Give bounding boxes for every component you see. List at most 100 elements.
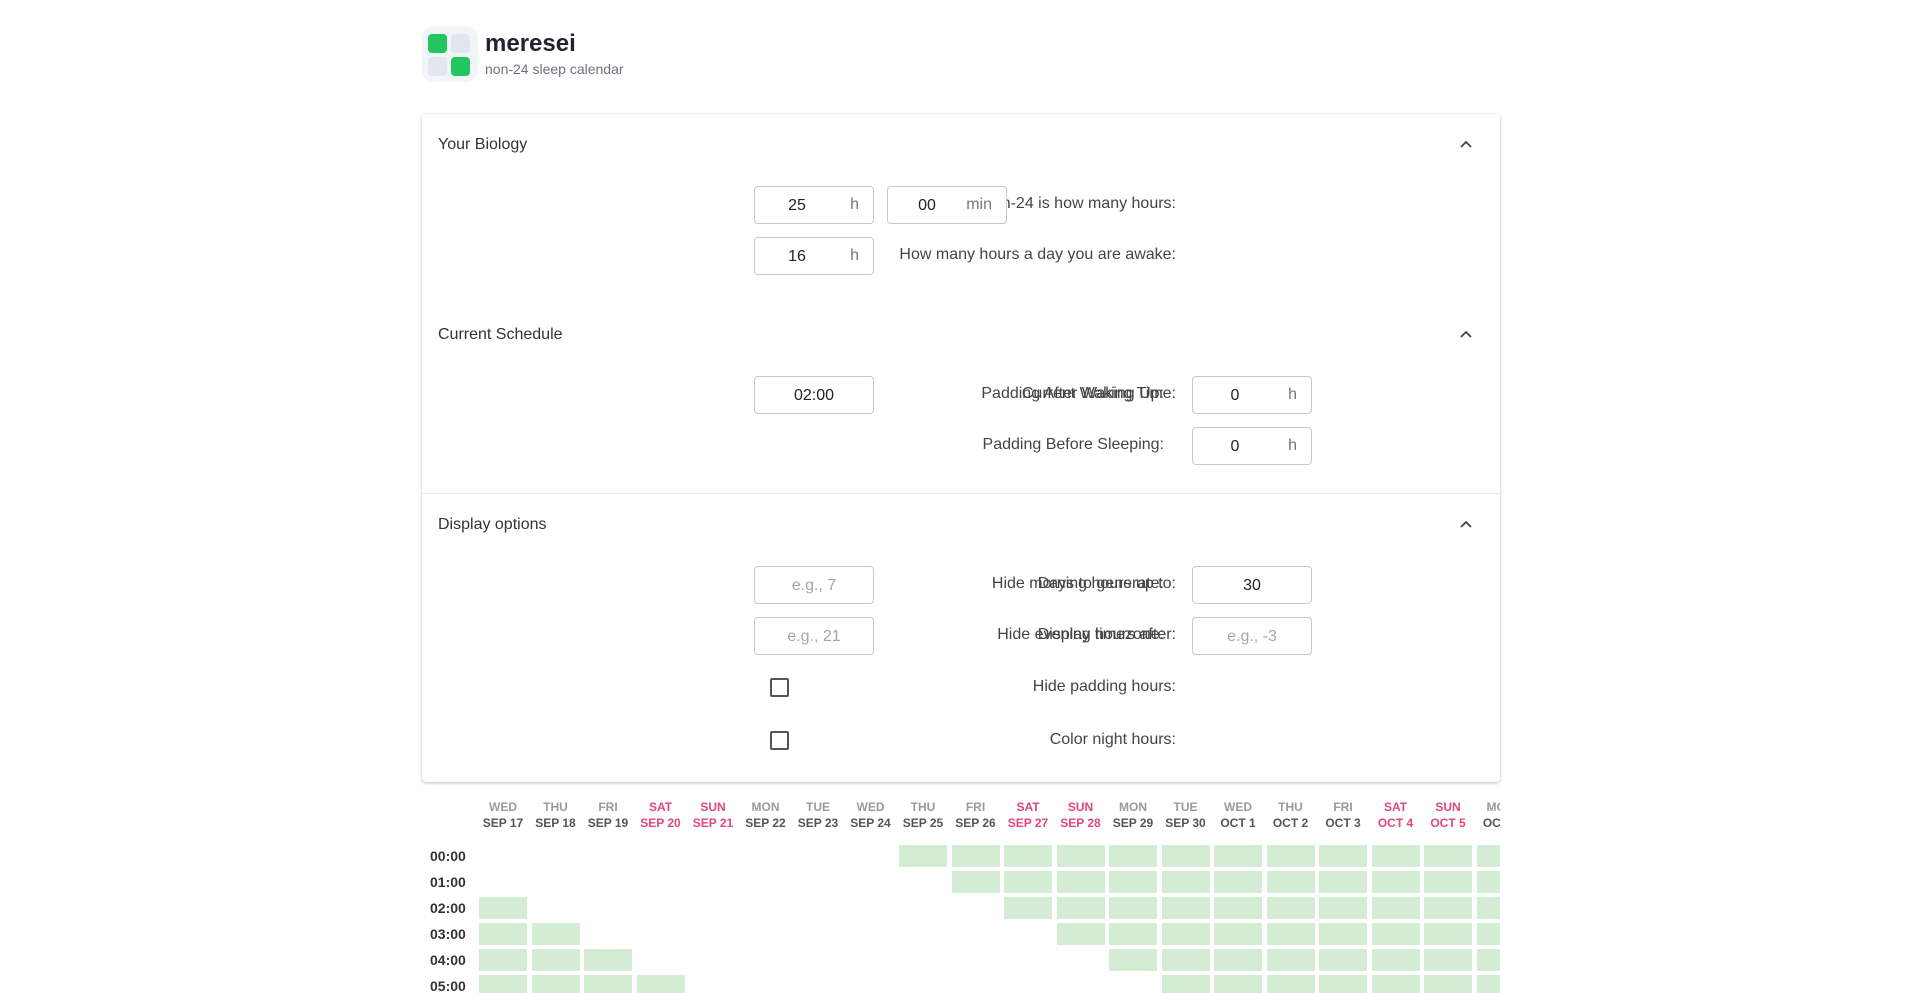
section-header-display[interactable]: Display options: [422, 494, 1500, 554]
awake-hour-cell: [1424, 923, 1472, 945]
day-of-week: SUN: [700, 800, 726, 814]
chevron-up-icon[interactable]: [1456, 324, 1476, 344]
awake-hour-cell: [1056, 923, 1105, 945]
awake-hour-cell: [951, 845, 1000, 867]
awake-hour-cell: [1214, 845, 1262, 867]
awake-hour-cell: [1161, 871, 1210, 893]
day-header: MON SEP 22: [740, 800, 792, 831]
day-date: SEP 21: [692, 816, 734, 830]
awake-hour-cell: [1476, 923, 1500, 945]
awake-hour-cell: [531, 949, 580, 971]
awake-hour-cell: [479, 949, 527, 971]
awake-hour-cell: [1056, 897, 1105, 919]
awake-hour-cell: [1109, 871, 1157, 893]
section-header-schedule[interactable]: Current Schedule: [422, 304, 1500, 364]
padding-after-label: Padding After Waking Up:: [981, 385, 1164, 402]
day-header: FRI SEP 26: [950, 800, 1002, 831]
day-date: SEP 30: [1165, 816, 1206, 830]
section-title: Current Schedule: [438, 326, 563, 343]
day-header: SAT SEP 27: [1002, 800, 1054, 831]
hour-label: 00:00: [430, 848, 466, 864]
day-header: SUN OCT 5: [1422, 800, 1474, 831]
awake-hour-cell: [479, 897, 527, 919]
hide-padding-checkbox[interactable]: [770, 678, 789, 697]
awake-hour-cell: [1161, 845, 1210, 867]
day-of-week: MON: [1486, 800, 1501, 814]
awake-hour-cell: [1161, 897, 1210, 919]
day-header: FRI SEP 19: [582, 800, 634, 831]
settings-panel: Your Biology Your non-24 is how many hou…: [422, 114, 1500, 782]
padding-after-input[interactable]: 0 h: [1192, 376, 1312, 414]
hide-morning-input[interactable]: e.g., 7: [754, 566, 874, 604]
hour-label: 03:00: [430, 926, 466, 942]
day-header: THU SEP 25: [897, 800, 949, 831]
hide-evening-input[interactable]: e.g., 21: [754, 617, 874, 655]
waking-time-input[interactable]: 02:00: [754, 376, 874, 414]
awake-hour-cell: [1004, 871, 1052, 893]
awake-hour-cell: [1476, 949, 1500, 971]
cycle-hours-input[interactable]: 25 h: [754, 186, 874, 224]
awake-hours-label: How many hours a day you are awake:: [899, 246, 1176, 263]
color-night-label: Color night hours:: [1049, 731, 1176, 748]
awake-hour-cell: [584, 949, 632, 971]
sleep-calendar: WED SEP 17 THU SEP 18 FRI SEP 19 SAT SEP 20 SUN S…: [422, 800, 1500, 993]
app-logo-icon: [422, 26, 478, 82]
awake-hour-cell: [1319, 845, 1367, 867]
awake-hour-cell: [1214, 975, 1262, 993]
day-of-week: FRI: [598, 800, 618, 814]
day-header: TUE SEP 23: [792, 800, 844, 831]
day-header: WED OCT 1: [1212, 800, 1264, 831]
day-date: SEP 18: [535, 816, 576, 830]
awake-hour-cell: [636, 975, 685, 993]
app-header: meresei non-24 sleep calendar: [422, 26, 1022, 86]
awake-hour-cell: [899, 845, 947, 867]
day-of-week: THU: [543, 800, 568, 814]
day-of-week: THU: [910, 800, 936, 814]
chevron-up-icon[interactable]: [1456, 134, 1476, 154]
awake-hour-cell: [1214, 871, 1262, 893]
day-date: SEP 25: [902, 816, 944, 830]
padding-before-input[interactable]: 0 h: [1192, 427, 1312, 465]
day-of-week: WED: [856, 800, 885, 814]
awake-hour-cell: [1319, 897, 1367, 919]
app-title: meresei: [485, 30, 576, 57]
section-title: Display options: [438, 516, 547, 533]
awake-hour-cell: [531, 975, 580, 993]
day-of-week: FRI: [965, 800, 986, 814]
section-header-biology[interactable]: Your Biology: [422, 114, 1500, 174]
color-night-checkbox[interactable]: [770, 731, 789, 750]
display-timezone-input[interactable]: e.g., -3: [1192, 617, 1312, 655]
day-date: SEP 24: [850, 816, 891, 830]
awake-hour-cell: [1476, 975, 1500, 993]
hour-label: 02:00: [430, 900, 466, 916]
awake-hour-cell: [1424, 845, 1472, 867]
day-header: WED SEP 17: [477, 800, 529, 831]
day-header: MON SEP 29: [1107, 800, 1159, 831]
day-header: TUE SEP 30: [1160, 800, 1212, 831]
awake-hour-cell: [1109, 897, 1157, 919]
awake-hour-cell: [1161, 949, 1210, 971]
day-date: SEP 19: [587, 816, 629, 830]
awake-hour-cell: [1109, 845, 1157, 867]
awake-hour-cell: [1319, 871, 1367, 893]
awake-hour-cell: [1214, 897, 1262, 919]
awake-hour-cell: [1371, 923, 1420, 945]
awake-hour-cell: [1056, 871, 1105, 893]
awake-hour-cell: [1371, 897, 1420, 919]
days-to-generate-input[interactable]: 30: [1192, 566, 1312, 604]
awake-hour-cell: [1214, 949, 1262, 971]
cycle-minutes-input[interactable]: 00 min: [887, 186, 1007, 224]
awake-hour-cell: [1004, 897, 1052, 919]
day-of-week: SUN: [1435, 800, 1461, 814]
day-of-week: MON: [751, 800, 780, 814]
awake-hour-cell: [1109, 923, 1157, 945]
section-title: Your Biology: [438, 136, 528, 153]
chevron-up-icon[interactable]: [1456, 514, 1476, 534]
day-date: SEP 28: [1060, 816, 1101, 830]
awake-hours-input[interactable]: 16 h: [754, 237, 874, 275]
awake-hour-cell: [1266, 949, 1315, 971]
day-of-week: SAT: [1383, 800, 1408, 814]
day-date: OCT 5: [1430, 816, 1466, 830]
awake-hour-cell: [479, 975, 527, 993]
display-timezone-label: Display timezone:: [1037, 626, 1164, 643]
